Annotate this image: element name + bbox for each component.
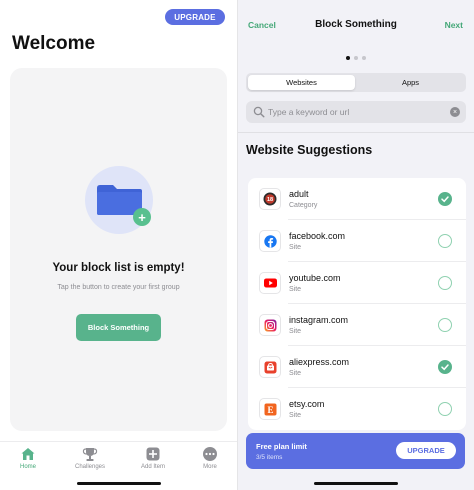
page-dot <box>362 56 366 60</box>
tab-add-item[interactable]: Add Item <box>128 446 178 470</box>
segmented-control: Websites Apps <box>246 73 466 92</box>
page-dot-active <box>346 56 350 60</box>
tab-bar: Home Challenges Add Item More <box>0 441 237 475</box>
list-item[interactable]: facebook.com Site <box>248 220 466 262</box>
tab-challenges[interactable]: Challenges <box>65 446 115 470</box>
plan-limit-banner: Free plan limit 3/5 items UPGRADE <box>246 433 465 469</box>
upgrade-button[interactable]: UPGRADE <box>165 9 225 25</box>
tab-label: More <box>203 464 217 470</box>
sheet-title: Block Something <box>315 19 397 30</box>
instagram-icon <box>259 314 281 336</box>
segment-websites[interactable]: Websites <box>248 75 355 90</box>
search-input[interactable] <box>268 104 438 120</box>
empty-state-title: Your block list is empty! <box>52 262 185 274</box>
list-item[interactable]: instagram.com Site <box>248 304 466 346</box>
aliexpress-icon <box>259 356 281 378</box>
empty-illustration: + <box>85 166 153 234</box>
plan-limit-title: Free plan limit <box>256 442 307 451</box>
search-icon <box>253 106 265 118</box>
plus-icon: + <box>133 208 151 226</box>
item-name: etsy.com <box>289 399 325 409</box>
item-type: Site <box>289 370 302 377</box>
checkmark-icon[interactable] <box>438 360 452 374</box>
item-name: adult <box>289 189 309 199</box>
empty-state-subtitle: Tap the button to create your first grou… <box>57 284 180 291</box>
item-type: Site <box>289 286 302 293</box>
home-indicator <box>314 482 398 485</box>
facebook-icon <box>259 230 281 252</box>
more-icon <box>203 447 217 461</box>
home-screen: UPGRADE Welcome + Your block list is emp… <box>0 0 237 490</box>
item-type: Category <box>289 202 318 209</box>
item-name: aliexpress.com <box>289 357 350 367</box>
checkmark-icon[interactable] <box>438 192 452 206</box>
page-dot <box>354 56 358 60</box>
suggestion-list: 18 adult Category facebook.com Site yout… <box>248 178 466 430</box>
list-item[interactable]: youtube.com Site <box>248 262 466 304</box>
search-bar: × <box>246 101 466 123</box>
list-item[interactable]: 18 adult Category <box>248 178 466 220</box>
item-type: Site <box>289 244 302 251</box>
check-circle-icon[interactable] <box>438 318 452 332</box>
check-circle-icon[interactable] <box>438 402 452 416</box>
segment-apps[interactable]: Apps <box>357 75 464 90</box>
add-icon <box>146 447 160 461</box>
svg-text:18: 18 <box>267 197 273 203</box>
tab-home[interactable]: Home <box>3 446 53 470</box>
item-name: instagram.com <box>289 315 349 325</box>
home-indicator <box>77 482 161 485</box>
divider <box>238 132 474 133</box>
list-item[interactable]: aliexpress.com Site <box>248 346 466 388</box>
item-name: facebook.com <box>289 231 346 241</box>
tab-label: Challenges <box>74 464 106 470</box>
empty-state-card: + Your block list is empty! Tap the butt… <box>10 68 227 431</box>
check-circle-icon[interactable] <box>438 276 452 290</box>
trophy-icon <box>82 448 98 461</box>
item-name: youtube.com <box>289 273 341 283</box>
block-something-sheet: Cancel Block Something Next Websites App… <box>238 0 474 490</box>
tab-label: Home <box>19 464 36 470</box>
list-item[interactable]: E etsy.com Site <box>248 388 466 430</box>
page-indicator <box>238 56 474 60</box>
page-title: Welcome <box>12 33 96 54</box>
youtube-icon <box>259 272 281 294</box>
etsy-icon: E <box>259 398 281 420</box>
nav-bar: Cancel Block Something Next <box>238 0 474 42</box>
item-type: Site <box>289 412 302 419</box>
section-title: Website Suggestions <box>246 143 373 157</box>
tab-more[interactable]: More <box>185 446 235 470</box>
plan-limit-count: 3/5 items <box>256 454 283 461</box>
upgrade-button[interactable]: UPGRADE <box>396 442 456 459</box>
check-circle-icon[interactable] <box>438 234 452 248</box>
tab-label: Add Item <box>140 464 165 470</box>
adult-18-icon: 18 <box>259 188 281 210</box>
next-button[interactable]: Next <box>445 20 463 30</box>
item-type: Site <box>289 328 302 335</box>
block-something-button[interactable]: Block Something <box>76 314 161 341</box>
home-icon <box>21 448 35 460</box>
clear-icon[interactable]: × <box>450 107 460 117</box>
svg-text:E: E <box>267 405 273 415</box>
